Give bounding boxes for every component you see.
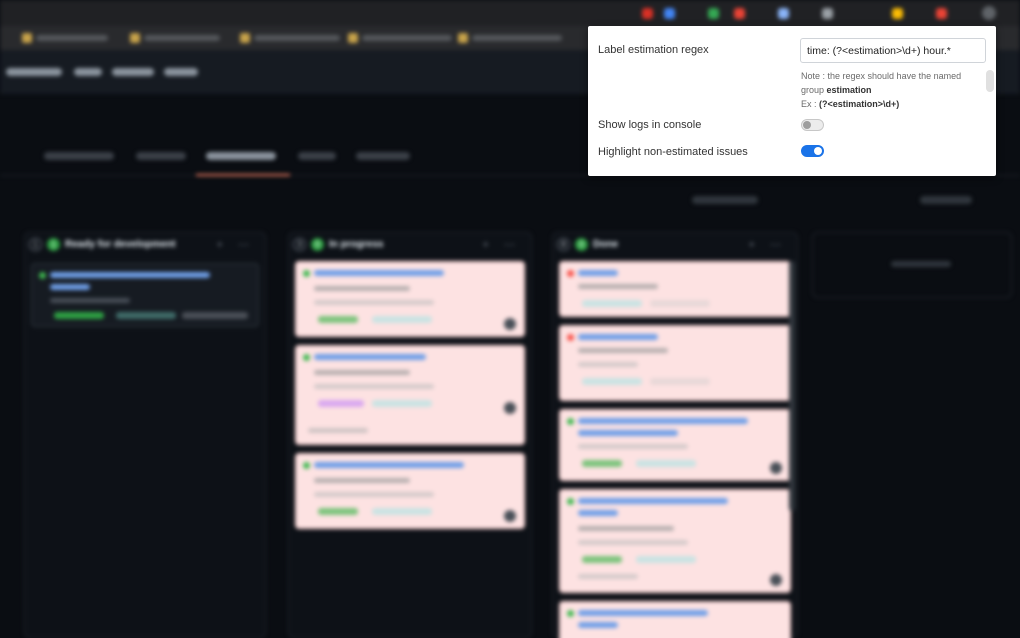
issue-card-highlighted[interactable] [295, 345, 525, 445]
screen: 1 1 Ready for development + ⋯ 3 0 In pro… [0, 0, 1020, 638]
issue-card-highlighted[interactable] [559, 409, 791, 481]
column-title: Done [593, 238, 618, 250]
regex-note: Note : the regex should have the named g… [801, 69, 986, 111]
note-example-prefix: Ex : [801, 99, 820, 109]
column-count: 8 [557, 237, 570, 251]
bookmark [240, 32, 340, 44]
column-title: Ready for development [65, 238, 176, 250]
extension-icon [734, 8, 745, 19]
show-logs-label: Show logs in console [598, 119, 702, 131]
issue-card-highlighted[interactable] [559, 601, 791, 638]
add-column-placeholder[interactable] [812, 232, 1012, 298]
board-column-done: 8 0 Done + ⋯ [552, 232, 798, 638]
filter-toolbar [692, 196, 758, 204]
bookmark [348, 32, 452, 44]
highlight-toggle[interactable] [801, 145, 824, 157]
extension-icon [892, 8, 903, 19]
bookmark [458, 32, 562, 44]
browser-tab-bar [0, 0, 1020, 26]
regex-input[interactable] [800, 38, 986, 63]
highlight-label: Highlight non-estimated issues [598, 146, 748, 158]
issue-card[interactable] [31, 263, 259, 327]
column-count: 1 [29, 237, 42, 251]
column-items-badge: 1 [47, 237, 60, 251]
show-logs-toggle[interactable] [801, 119, 824, 131]
extension-icon [822, 8, 833, 19]
column-menu-icon[interactable]: + ⋯ [483, 238, 521, 251]
note-group-name: estimation [826, 85, 872, 95]
column-scrollbar[interactable] [789, 261, 795, 511]
extension-icon [778, 8, 789, 19]
column-count: 3 [293, 237, 306, 251]
bookmark [22, 32, 108, 44]
bookmark [130, 32, 220, 44]
extension-icon [642, 8, 653, 19]
extension-icon [936, 8, 947, 19]
column-menu-icon[interactable]: + ⋯ [217, 238, 255, 251]
column-items-badge: 0 [575, 237, 588, 251]
profile-avatar-icon [982, 6, 996, 20]
add-cards-toolbar [920, 196, 972, 204]
note-example-value: (?<estimation>\d+) [819, 99, 900, 109]
issue-card-highlighted[interactable] [559, 325, 791, 401]
board-column-ready: 1 1 Ready for development + ⋯ [24, 232, 266, 638]
extension-icon [708, 8, 719, 19]
extension-options-popup: Label estimation regex Note : the regex … [588, 26, 996, 176]
column-title: In progress [329, 238, 384, 250]
board-column-in-progress: 3 0 In progress + ⋯ [288, 232, 532, 638]
issue-card-highlighted[interactable] [559, 261, 791, 317]
column-menu-icon[interactable]: + ⋯ [749, 238, 787, 251]
extension-icon [664, 8, 675, 19]
issue-card-highlighted[interactable] [295, 261, 525, 337]
note-text: Note : the regex should have the named g… [801, 71, 962, 95]
issue-card-highlighted[interactable] [295, 453, 525, 529]
regex-label: Label estimation regex [598, 44, 709, 56]
popup-scrollbar[interactable] [986, 70, 994, 92]
issue-card-highlighted[interactable] [559, 489, 791, 593]
column-items-badge: 0 [311, 237, 324, 251]
